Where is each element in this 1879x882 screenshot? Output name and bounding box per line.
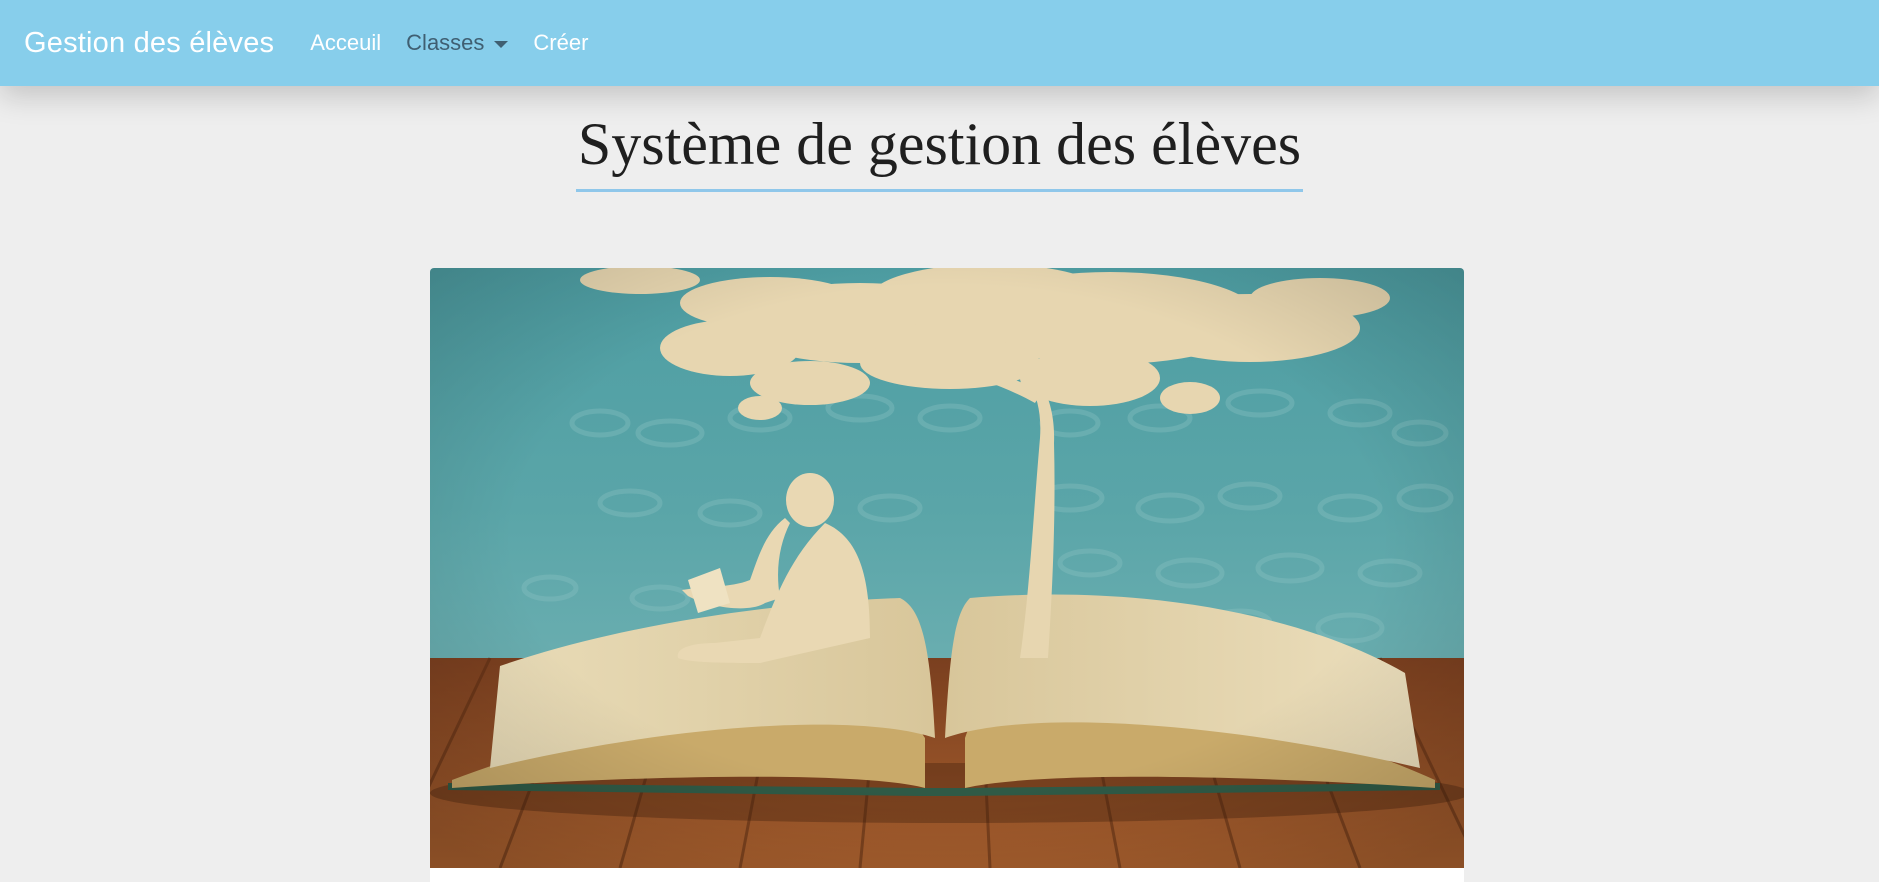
nav-links: Acceuil Classes Créer (310, 30, 613, 56)
brand-link[interactable]: Gestion des élèves (24, 27, 274, 60)
page-title: Système de gestion des élèves (575, 110, 1304, 192)
top-navbar: Gestion des élèves Acceuil Classes Créer (0, 0, 1879, 86)
title-wrapper: Système de gestion des élèves (0, 110, 1879, 192)
nav-link-acceuil[interactable]: Acceuil (310, 30, 381, 56)
nav-dropdown-classes[interactable]: Classes (406, 30, 509, 56)
nav-link-creer[interactable]: Créer (533, 30, 588, 56)
nav-dropdown-classes-label: Classes (406, 30, 485, 55)
chevron-down-icon (494, 40, 509, 48)
hero-card (430, 268, 1464, 882)
hero-image (430, 268, 1464, 868)
